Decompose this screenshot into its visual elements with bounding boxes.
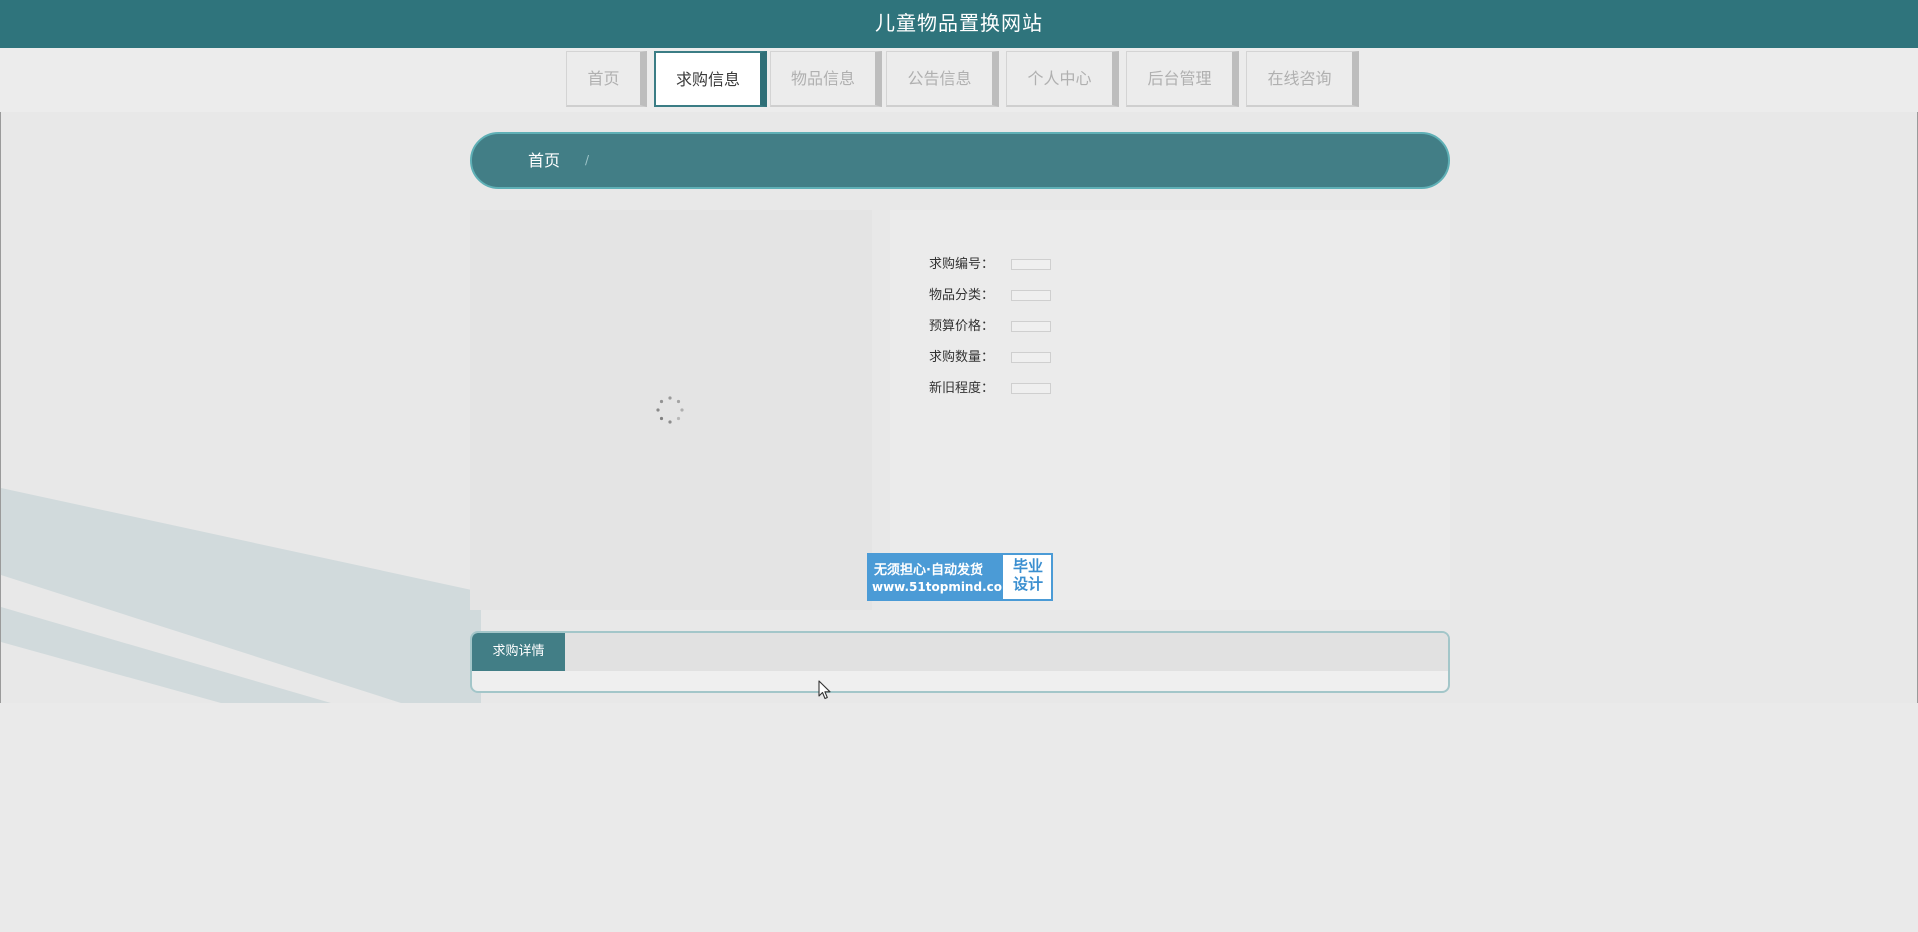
nav-item-announcements[interactable]: 公告信息 — [886, 51, 999, 107]
background-decoration — [1, 488, 481, 703]
top-header: 儿童物品置换网站 — [0, 0, 1918, 48]
nav-item-online-consult[interactable]: 在线咨询 — [1246, 51, 1359, 107]
nav-item-home[interactable]: 首页 — [566, 51, 647, 107]
details-section: 求购详情 — [470, 631, 1450, 693]
nav-item-purchase-requests[interactable]: 求购信息 — [654, 51, 767, 107]
watermark-slogan: 无须担心·自动发货 — [874, 563, 983, 578]
mouse-pointer-icon — [818, 680, 831, 700]
purchase-info-panel: 求购编号： 物品分类： 预算价格： 求购数量： 新旧程度： — [890, 210, 1450, 610]
info-value — [1011, 290, 1051, 301]
info-label: 预算价格： — [929, 319, 995, 334]
nav-item-personal-center[interactable]: 个人中心 — [1006, 51, 1119, 107]
main-nav: 首页 求购信息 物品信息 公告信息 个人中心 后台管理 在线咨询 — [0, 48, 1918, 112]
loading-spinner-icon — [656, 396, 684, 424]
main-content: 首页 / 求购编号： 物品分类： 预算价格： 求购数量： 新旧程度： 无须担心·… — [0, 112, 1918, 703]
info-label: 新旧程度： — [929, 381, 995, 396]
info-value — [1011, 321, 1051, 332]
details-tab-bar: 求购详情 — [472, 633, 1448, 671]
watermark-badge: 无须担心·自动发货 www.51topmind.com 毕业 设计 — [867, 553, 1053, 601]
watermark-text-block: 无须担心·自动发货 www.51topmind.com — [869, 555, 1015, 599]
item-image-panel — [470, 210, 872, 610]
breadcrumb-home-link[interactable]: 首页 — [528, 134, 560, 187]
watermark-tag: 毕业 设计 — [1007, 557, 1049, 593]
info-label: 求购数量： — [929, 350, 995, 365]
watermark-tag-line1: 毕业 — [1012, 557, 1043, 575]
breadcrumb: 首页 / — [470, 132, 1450, 189]
info-label: 求购编号： — [929, 257, 995, 272]
info-value — [1011, 383, 1051, 394]
breadcrumb-separator: / — [585, 153, 590, 167]
site-title: 儿童物品置换网站 — [875, 11, 1043, 35]
info-label: 物品分类： — [929, 288, 995, 303]
nav-item-admin[interactable]: 后台管理 — [1126, 51, 1239, 107]
info-value — [1011, 352, 1051, 363]
tab-purchase-details[interactable]: 求购详情 — [472, 633, 565, 671]
watermark-url: www.51topmind.com — [872, 580, 1015, 594]
nav-item-items[interactable]: 物品信息 — [770, 51, 882, 107]
info-value — [1011, 259, 1051, 270]
watermark-tag-line2: 设计 — [1012, 575, 1043, 593]
